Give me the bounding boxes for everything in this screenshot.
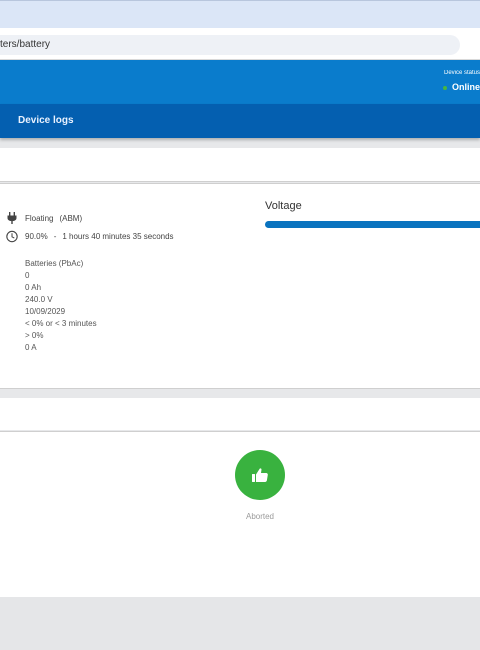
clock-icon [6,230,18,242]
time-remaining: 1 hours 40 minutes 35 seconds [62,231,174,241]
voltage-bar [265,221,480,228]
middle-panel [0,398,480,430]
test-panel: Aborted [0,431,480,598]
battery-charge-row: 90.0% - 1 hours 40 minutes 35 seconds [6,230,174,242]
detail-line: > 0% [25,331,44,340]
test-status: Aborted [245,512,275,521]
detail-line: 240.0 V [25,295,53,304]
detail-line: 0 [25,271,30,280]
top-panel [0,148,480,182]
detail-line: 10/09/2029 [25,307,66,316]
url-field[interactable]: ters/battery [0,35,460,55]
detail-line: 0 A [25,343,37,352]
online-dot-icon [443,85,447,90]
online-text: Online [452,82,480,92]
voltage-title: Voltage [265,200,302,212]
detail-line: 0 Ah [25,283,42,292]
page-footer [0,597,480,650]
battery-state: Floating [25,213,54,223]
battery-panel: Floating (ABM) 90.0% - 1 hours 40 minute… [0,183,480,389]
detail-line: < 0% or < 3 minutes [25,319,97,328]
device-status-label: Device status [444,70,480,76]
thumbs-up-icon [252,468,268,482]
battery-charge: 90.0% [25,231,48,241]
nav-item-device-logs[interactable]: Device logs [18,115,74,126]
browser-tab-strip [0,0,480,28]
header-banner: Device status Online [0,60,480,104]
browser-address-bar: ters/battery [0,28,480,60]
battery-state-row: Floating (ABM) [6,212,82,224]
online-status: Online [443,82,480,92]
nav-bar: Device logs [0,104,480,138]
battery-type: (ABM) [59,213,83,223]
charge-separator: - [53,231,57,241]
thumbs-up-button[interactable] [235,450,285,500]
detail-line: Batteries (PbAc) [25,259,84,268]
battery-details: Batteries (PbAc) 0 0 Ah 240.0 V 10/09/20… [25,258,97,354]
plug-icon [6,212,18,224]
